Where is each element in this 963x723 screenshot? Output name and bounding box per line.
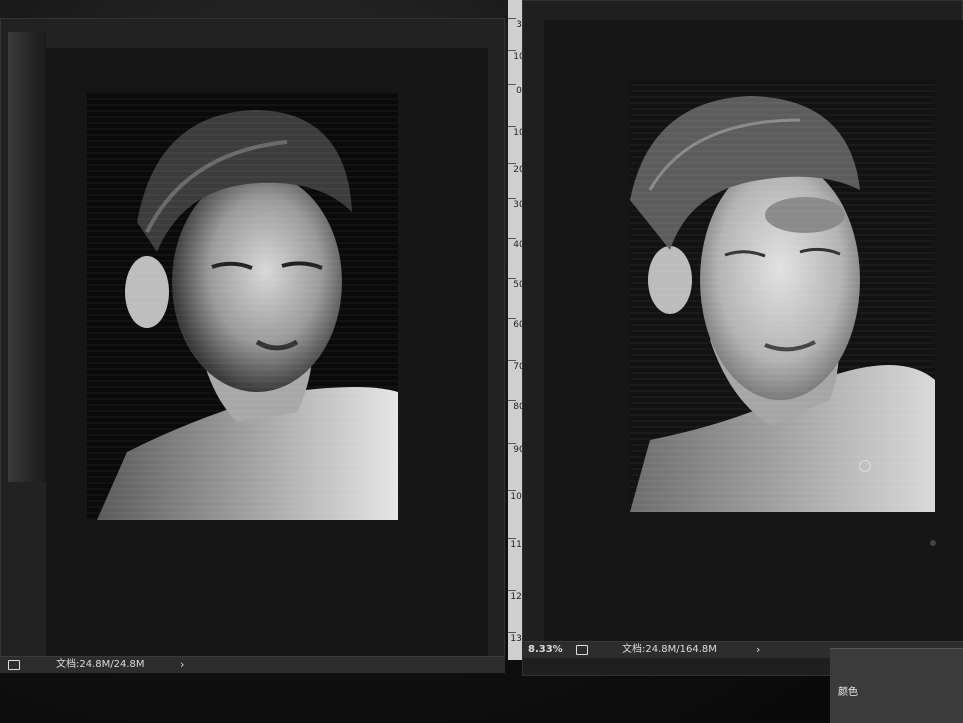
right-canvas-area[interactable]	[544, 20, 963, 642]
painting-canvas[interactable]	[630, 80, 935, 512]
right-doc-size[interactable]: 文档:24.8M/164.8M	[622, 642, 717, 658]
color-panel: 颜色	[830, 648, 963, 723]
right-document-window: 8.33% 文档:24.8M/164.8M ›	[522, 0, 963, 676]
screen-dust-speck	[930, 540, 936, 546]
export-icon[interactable]	[8, 660, 20, 670]
reference-photo-canvas[interactable]	[87, 92, 398, 520]
digital-painting-image	[630, 80, 935, 512]
left-window-edge	[8, 32, 46, 482]
chevron-right-icon[interactable]: ›	[180, 657, 184, 673]
export-icon[interactable]	[576, 645, 588, 655]
panel-tab-color[interactable]: 颜色	[838, 683, 858, 698]
chevron-right-icon[interactable]: ›	[756, 642, 760, 658]
left-status-bar: 文档:24.8M/24.8M ›	[0, 656, 505, 673]
left-canvas-area[interactable]	[46, 48, 488, 668]
zoom-level[interactable]: 8.33%	[528, 642, 563, 658]
brush-cursor	[859, 460, 871, 472]
left-document-window: 文档:24.8M/24.8M ›	[0, 18, 505, 673]
left-doc-size[interactable]: 文档:24.8M/24.8M	[56, 657, 145, 673]
reference-portrait-image	[87, 92, 398, 520]
